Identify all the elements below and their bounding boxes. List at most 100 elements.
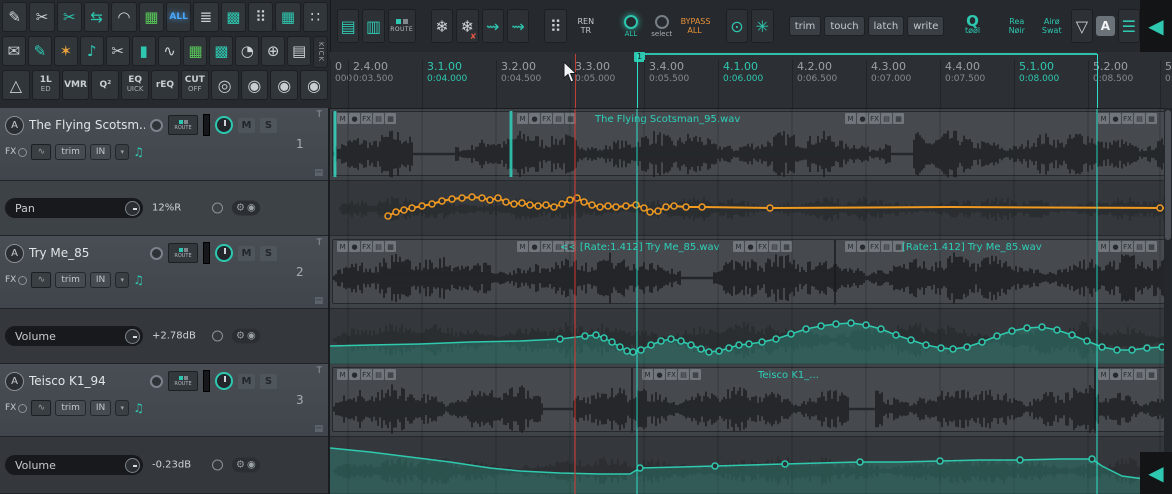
envelope-arm-icon[interactable]: ◉ bbox=[247, 460, 256, 471]
trim-button[interactable]: trim bbox=[55, 272, 86, 288]
fx-power-icon[interactable] bbox=[18, 403, 28, 413]
preset-equick-button[interactable]: EQ UICK bbox=[121, 70, 150, 100]
collapse-right-bottom-button[interactable]: ◀ bbox=[1140, 452, 1172, 494]
item-notes-button[interactable]: ▤ bbox=[1134, 241, 1145, 252]
track-name[interactable]: The Flying Scotsm..95 bbox=[29, 118, 145, 132]
envelope-mode-icon[interactable]: ∿ bbox=[31, 272, 52, 288]
envelope-arm-icon[interactable]: ◉ bbox=[247, 331, 256, 342]
item-mute-button[interactable]: M bbox=[642, 369, 653, 380]
item-lock-button[interactable]: ● bbox=[745, 241, 756, 252]
trim-button[interactable]: trim bbox=[55, 144, 86, 160]
automation-latch-button[interactable]: latch bbox=[867, 16, 905, 36]
automation-trim-button[interactable]: trim bbox=[788, 16, 822, 36]
item-props-button[interactable]: ▦ bbox=[893, 113, 904, 124]
item-button-strip[interactable]: M ● FX ▤ ▦ bbox=[845, 113, 904, 124]
item-mute-button[interactable]: M bbox=[845, 113, 856, 124]
envelope-panel-volume-1[interactable]: Volume +2.78dB ⚙ ◉ bbox=[0, 309, 328, 364]
item-props-button[interactable]: ▦ bbox=[781, 241, 792, 252]
arrange-view[interactable]: M ● FX ▤ ▦ M ● FX ▤ ▦ M ● FX ▤ ▦ M ● FX ▤ ▦ The Flying Scots… bbox=[330, 108, 1172, 494]
item-props-button[interactable]: ▦ bbox=[1146, 241, 1157, 252]
split-icon[interactable]: ✂ bbox=[105, 36, 130, 66]
track-pan-knob[interactable] bbox=[215, 372, 233, 390]
item-lock-button[interactable]: ● bbox=[529, 113, 540, 124]
envelope-select-button[interactable]: select bbox=[648, 14, 676, 38]
input-dropdown[interactable]: ▾ bbox=[115, 144, 130, 160]
media-item[interactable] bbox=[632, 367, 1095, 432]
clock-icon[interactable]: ◔ bbox=[235, 36, 260, 66]
item-lock-button[interactable]: ● bbox=[349, 241, 360, 252]
fx-button[interactable]: FX bbox=[5, 147, 28, 157]
envelope-all-button[interactable]: ALL bbox=[617, 14, 645, 38]
item-button-strip[interactable]: M ● FX ▤ ▦ bbox=[1098, 241, 1157, 252]
envelope-power-button[interactable] bbox=[212, 330, 223, 342]
track-panel-1[interactable]: A The Flying Scotsm..95 ROUTE MS FX ∿trimIN▾♫… bbox=[0, 108, 328, 181]
item-props-button[interactable]: ▦ bbox=[565, 113, 576, 124]
folder-icon[interactable]: ▤ bbox=[314, 424, 323, 434]
scissors-alt-icon[interactable]: ✂ bbox=[56, 2, 82, 32]
envelope-knob[interactable] bbox=[125, 328, 140, 344]
item-fx-button[interactable]: FX bbox=[1122, 113, 1133, 124]
airo-swat-button[interactable]: Airø Swat bbox=[1036, 15, 1068, 37]
automation-touch-button[interactable]: touch bbox=[824, 16, 865, 36]
track-panel-2[interactable]: A Try Me_85 ROUTE M S FX ∿ trim IN ▾ ♫ T 2 ▤ bbox=[0, 236, 328, 309]
item-lock-button[interactable]: ● bbox=[857, 241, 868, 252]
item-mute-button[interactable]: M bbox=[337, 369, 348, 380]
star-icon[interactable]: ✶ bbox=[53, 36, 78, 66]
draw-icon[interactable]: ✎ bbox=[27, 36, 52, 66]
item-fx-button[interactable]: FX bbox=[1122, 241, 1133, 252]
item-fx-button[interactable]: FX bbox=[869, 113, 880, 124]
record-arm-button[interactable] bbox=[150, 118, 163, 132]
item-fx-button[interactable]: FX bbox=[361, 113, 372, 124]
item-lock-button[interactable]: ● bbox=[1110, 113, 1121, 124]
item-mute-button[interactable]: M bbox=[337, 241, 348, 252]
block-icon[interactable]: ▮ bbox=[131, 36, 156, 66]
item-notes-button[interactable]: ▤ bbox=[678, 369, 689, 380]
item-notes-button[interactable]: ▤ bbox=[373, 241, 384, 252]
mute-button[interactable]: M bbox=[238, 245, 255, 261]
solo-button[interactable]: S bbox=[260, 117, 277, 133]
fx-power-icon[interactable] bbox=[18, 147, 28, 157]
route-matrix-button[interactable]: ROUTE bbox=[387, 9, 416, 43]
folder-icon[interactable]: ▤ bbox=[314, 168, 323, 178]
item-props-button[interactable]: ▦ bbox=[385, 113, 396, 124]
item-notes-button[interactable]: ▤ bbox=[769, 241, 780, 252]
route-button[interactable]: ROUTE bbox=[168, 371, 198, 391]
envelope-knob[interactable] bbox=[125, 200, 140, 216]
sparse-grid-icon[interactable]: ∷ bbox=[302, 2, 328, 32]
item-props-button[interactable]: ▦ bbox=[1146, 113, 1157, 124]
knob-c-icon[interactable]: ◉ bbox=[300, 70, 328, 100]
q-tool-button[interactable]: Qtøøl bbox=[960, 14, 986, 36]
triangle-tool-button[interactable]: △ bbox=[2, 70, 30, 100]
swap-arrows-icon[interactable]: ⇆ bbox=[83, 2, 110, 32]
rea-noir-button[interactable]: Rea Nøir bbox=[1001, 15, 1033, 37]
item-mute-button[interactable]: M bbox=[337, 113, 348, 124]
freeze-icon[interactable]: ❄ bbox=[430, 9, 454, 43]
item-fx-button[interactable]: FX bbox=[1122, 369, 1133, 380]
fx-button[interactable]: FX bbox=[5, 403, 28, 413]
item-notes-button[interactable]: ▤ bbox=[881, 113, 892, 124]
item-mute-button[interactable]: M bbox=[1098, 241, 1109, 252]
envelope-power-button[interactable] bbox=[212, 459, 223, 471]
track-icon-badge[interactable]: A bbox=[5, 243, 24, 263]
preset-vmr-button[interactable]: VMR bbox=[61, 70, 90, 100]
note-icon[interactable]: ♪ bbox=[79, 36, 104, 66]
item-mute-button[interactable]: M bbox=[517, 113, 528, 124]
item-mute-button[interactable]: M bbox=[517, 241, 528, 252]
envelope-knob[interactable] bbox=[125, 457, 140, 473]
item-notes-button[interactable]: ▤ bbox=[1134, 113, 1145, 124]
record-arm-button[interactable] bbox=[150, 246, 163, 260]
item-notes-button[interactable]: ▤ bbox=[1134, 369, 1145, 380]
grid-dots-icon[interactable]: ⠿ bbox=[544, 9, 567, 43]
track-name[interactable]: Try Me_85 bbox=[29, 246, 145, 260]
envelope-arm-icon[interactable]: ◉ bbox=[247, 203, 256, 214]
envelope-name-pill[interactable]: Volume bbox=[5, 455, 143, 475]
scissors-icon[interactable]: ✂ bbox=[29, 2, 55, 32]
document-icon[interactable]: ▤ bbox=[337, 9, 360, 43]
item-props-button[interactable]: ▦ bbox=[690, 369, 701, 380]
spiral-icon[interactable]: ◎ bbox=[210, 70, 239, 100]
mute-button[interactable]: M bbox=[238, 117, 255, 133]
record-arm-button[interactable] bbox=[150, 374, 163, 388]
item-button-strip[interactable]: M ● FX ▤ ▦ bbox=[1098, 113, 1157, 124]
input-button[interactable]: IN bbox=[89, 400, 112, 416]
item-mute-button[interactable]: M bbox=[1098, 113, 1109, 124]
